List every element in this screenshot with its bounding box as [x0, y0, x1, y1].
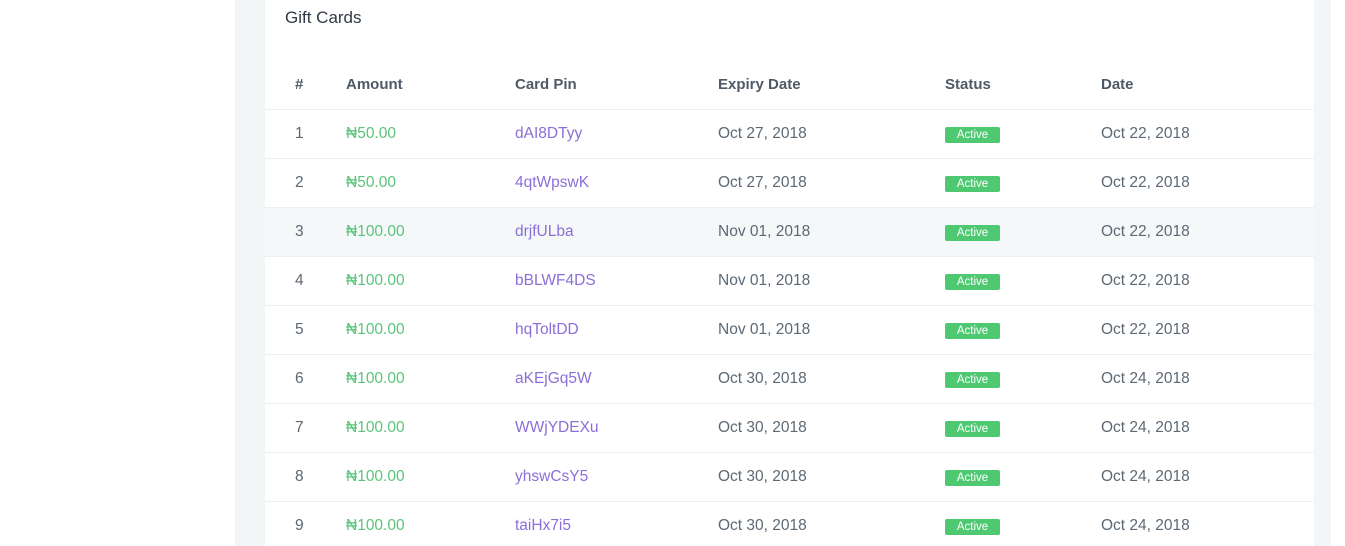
row-number: 2 [265, 158, 346, 208]
row-expiry-date: Oct 27, 2018 [718, 158, 945, 208]
column-header-number: # [265, 61, 346, 110]
gift-cards-table: # Amount Card Pin Expiry Date Status Dat… [265, 61, 1314, 546]
row-expiry-date: Oct 30, 2018 [718, 501, 945, 546]
row-date: Oct 24, 2018 [1101, 403, 1314, 453]
row-card-pin: dAI8DTyy [515, 124, 583, 142]
status-badge: Active [945, 420, 1000, 437]
row-expiry-date: Oct 30, 2018 [718, 354, 945, 404]
status-badge: Active [945, 371, 1000, 388]
table-row: 3 ₦100.00 drjfULba Nov 01, 2018 Active O… [265, 207, 1314, 257]
row-number: 3 [265, 207, 346, 257]
row-amount: ₦100.00 [346, 369, 405, 387]
table-header-row: # Amount Card Pin Expiry Date Status Dat… [265, 61, 1314, 110]
table-row: 6 ₦100.00 aKEjGq5W Oct 30, 2018 Active O… [265, 354, 1314, 404]
row-card-pin: aKEjGq5W [515, 369, 592, 387]
row-card-pin: drjfULba [515, 222, 574, 240]
status-badge: Active [945, 126, 1000, 143]
table-row: 8 ₦100.00 yhswCsY5 Oct 30, 2018 Active O… [265, 452, 1314, 502]
row-date: Oct 24, 2018 [1101, 452, 1314, 502]
column-header-card-pin: Card Pin [515, 61, 718, 110]
row-card-pin: WWjYDEXu [515, 418, 599, 436]
row-card-pin: yhswCsY5 [515, 467, 589, 485]
table-row: 7 ₦100.00 WWjYDEXu Oct 30, 2018 Active O… [265, 403, 1314, 453]
row-amount: ₦100.00 [346, 516, 405, 534]
row-number: 6 [265, 354, 346, 404]
row-amount: ₦100.00 [346, 320, 405, 338]
table-row: 5 ₦100.00 hqToltDD Nov 01, 2018 Active O… [265, 305, 1314, 355]
column-header-amount: Amount [346, 61, 515, 110]
row-number: 8 [265, 452, 346, 502]
status-badge: Active [945, 273, 1000, 290]
row-number: 4 [265, 256, 346, 306]
status-badge: Active [945, 322, 1000, 339]
row-amount: ₦100.00 [346, 467, 405, 485]
main-content: Gift Cards # Amount Card Pin Expiry Date… [235, 0, 1345, 546]
row-number: 7 [265, 403, 346, 453]
row-card-pin: bBLWF4DS [515, 271, 596, 289]
column-header-date: Date [1101, 61, 1314, 110]
row-date: Oct 22, 2018 [1101, 305, 1314, 355]
table-row: 4 ₦100.00 bBLWF4DS Nov 01, 2018 Active O… [265, 256, 1314, 306]
row-expiry-date: Oct 27, 2018 [718, 109, 945, 159]
table-row: 1 ₦50.00 dAI8DTyy Oct 27, 2018 Active Oc… [265, 109, 1314, 159]
status-badge: Active [945, 518, 1000, 535]
row-card-pin: taiHx7i5 [515, 516, 571, 534]
right-edge-panel [1331, 0, 1345, 546]
row-card-pin: hqToltDD [515, 320, 579, 338]
row-expiry-date: Oct 30, 2018 [718, 452, 945, 502]
status-badge: Active [945, 224, 1000, 241]
row-number: 9 [265, 501, 346, 546]
row-date: Oct 22, 2018 [1101, 158, 1314, 208]
row-number: 1 [265, 109, 346, 159]
table-row: 9 ₦100.00 taiHx7i5 Oct 30, 2018 Active O… [265, 501, 1314, 546]
row-number: 5 [265, 305, 346, 355]
card-title: Gift Cards [285, 8, 362, 27]
column-header-expiry-date: Expiry Date [718, 61, 945, 110]
row-amount: ₦100.00 [346, 222, 405, 240]
row-expiry-date: Nov 01, 2018 [718, 256, 945, 306]
row-amount: ₦100.00 [346, 271, 405, 289]
row-date: Oct 22, 2018 [1101, 207, 1314, 257]
table-row: 2 ₦50.00 4qtWpswK Oct 27, 2018 Active Oc… [265, 158, 1314, 208]
row-expiry-date: Nov 01, 2018 [718, 305, 945, 355]
sidebar [0, 0, 235, 546]
row-amount: ₦50.00 [346, 124, 396, 142]
row-card-pin: 4qtWpswK [515, 173, 590, 191]
column-header-status: Status [945, 61, 1101, 110]
row-date: Oct 22, 2018 [1101, 256, 1314, 306]
row-amount: ₦50.00 [346, 173, 396, 191]
row-date: Oct 22, 2018 [1101, 109, 1314, 159]
row-expiry-date: Oct 30, 2018 [718, 403, 945, 453]
status-badge: Active [945, 469, 1000, 486]
row-amount: ₦100.00 [346, 418, 405, 436]
row-expiry-date: Nov 01, 2018 [718, 207, 945, 257]
gift-cards-card: Gift Cards # Amount Card Pin Expiry Date… [265, 0, 1314, 546]
row-date: Oct 24, 2018 [1101, 501, 1314, 546]
row-date: Oct 24, 2018 [1101, 354, 1314, 404]
status-badge: Active [945, 175, 1000, 192]
